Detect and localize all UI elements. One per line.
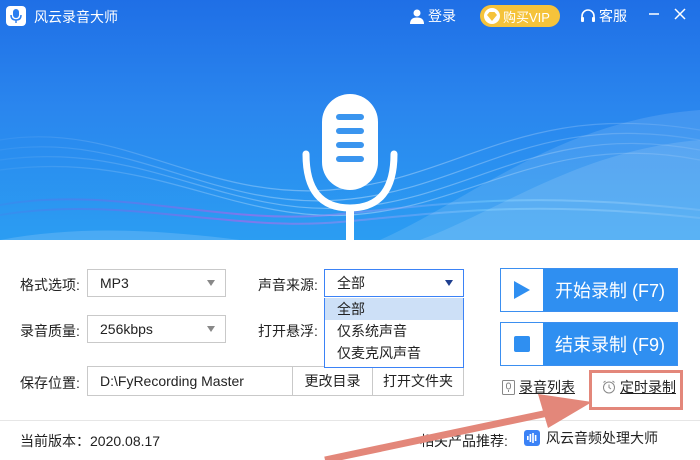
app-logo-icon (6, 6, 26, 26)
login-button[interactable]: 登录 (410, 6, 456, 26)
source-option-system[interactable]: 仅系统声音 (325, 320, 463, 342)
highlight-box (589, 370, 683, 410)
stop-recording-label: 结束录制 (F9) (543, 323, 677, 365)
source-value: 全部 (337, 275, 365, 291)
recording-list-label: 录音列表 (519, 379, 575, 395)
play-icon (501, 269, 543, 311)
app-title: 风云录音大师 (34, 9, 118, 25)
quality-label: 录音质量: (20, 323, 80, 339)
title-bar: 风云录音大师 登录 购买VIP 客服 (0, 0, 700, 32)
start-recording-button[interactable]: 开始录制 (F7) (500, 268, 678, 312)
stop-recording-button[interactable]: 结束录制 (F9) (500, 322, 678, 366)
recording-list-link[interactable]: 录音列表 (502, 377, 575, 397)
source-option-mic[interactable]: 仅麦克风声音 (325, 342, 463, 364)
microphone-icon (302, 94, 398, 240)
login-label: 登录 (428, 8, 456, 24)
source-label: 声音来源: (258, 277, 318, 293)
quality-value: 256kbps (100, 321, 153, 337)
mic-small-icon (502, 379, 515, 395)
change-directory-button[interactable]: 更改目录 (292, 366, 373, 396)
format-value: MP3 (100, 275, 129, 291)
minimize-icon[interactable] (646, 6, 662, 22)
float-window-label: 打开悬浮: (258, 323, 318, 339)
save-path-field[interactable]: D:\FyRecording Master (87, 366, 293, 396)
audio-wave-icon (524, 430, 540, 446)
format-select[interactable]: MP3 (87, 269, 226, 297)
close-icon[interactable] (672, 6, 688, 22)
diamond-icon (484, 8, 500, 24)
save-location-label: 保存位置: (20, 375, 80, 391)
start-recording-label: 开始录制 (F7) (543, 269, 677, 311)
related-products-label: 相关产品推荐: (420, 433, 508, 449)
related-product-label: 风云音频处理大师 (546, 430, 658, 446)
hero-banner: 风云录音大师 登录 购买VIP 客服 (0, 0, 700, 240)
source-select[interactable]: 全部 (324, 269, 464, 297)
chevron-down-icon (207, 280, 215, 286)
customer-service-button[interactable]: 客服 (580, 6, 627, 26)
headset-icon (581, 9, 595, 22)
service-label: 客服 (599, 8, 627, 24)
version-text: 当前版本：2020.08.17 (20, 433, 161, 449)
stop-icon (501, 323, 543, 365)
chevron-down-icon (207, 326, 215, 332)
buy-vip-button[interactable]: 购买VIP (480, 5, 560, 27)
source-option-all[interactable]: 全部 (325, 298, 463, 320)
quality-select[interactable]: 256kbps (87, 315, 226, 343)
user-icon (410, 9, 424, 24)
related-product-link[interactable]: 风云音频处理大师 (524, 428, 658, 448)
source-dropdown: 全部 仅系统声音 仅麦克风声音 (324, 298, 464, 368)
chevron-down-icon (445, 280, 453, 286)
vip-label: 购买VIP (503, 9, 550, 25)
format-label: 格式选项: (20, 277, 80, 293)
footer-divider (0, 420, 700, 421)
open-folder-button[interactable]: 打开文件夹 (372, 366, 464, 396)
